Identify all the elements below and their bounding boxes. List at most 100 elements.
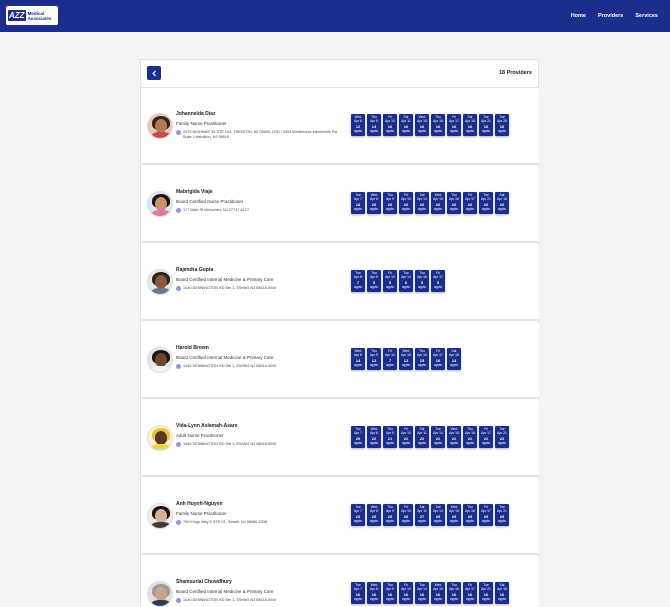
appointment-slot-button[interactable]: Tue Apr 7 23 appts: [351, 504, 365, 526]
provider-title: Family Nurse Practitioner: [176, 511, 227, 516]
provider-card[interactable]: Harold Brown Board Certified Internal Med…: [142, 323, 539, 399]
slot-date: Apr 9: [386, 197, 394, 201]
appointment-slot-button[interactable]: Fri Apr 17 29 appts: [479, 504, 493, 526]
slot-unit: appts: [465, 519, 475, 523]
appointment-slot-button[interactable]: Thu Apr 9 12 appts: [367, 348, 381, 370]
appointment-slot-button[interactable]: Fri Apr 17 10 appts: [431, 348, 445, 370]
appointment-slot-button[interactable]: Tue Apr 21 16 appts: [479, 582, 493, 604]
provider-avatar: [147, 425, 173, 451]
appointment-slot-button[interactable]: Wed Apr 8 12 appts: [351, 114, 365, 136]
appointment-slot-button[interactable]: Fri Apr 17 16 appts: [463, 582, 477, 604]
appointment-slot-button[interactable]: Thu Apr 9 14 appts: [367, 114, 381, 136]
appointment-slot-button[interactable]: Thu Apr 16 5 appts: [415, 270, 429, 292]
appointment-slot-button[interactable]: Tue Apr 7 20 appts: [351, 426, 365, 448]
provider-name[interactable]: Mabrigida Viaje: [176, 189, 346, 195]
appointment-slot-button[interactable]: Thu Apr 16 15 appts: [415, 348, 429, 370]
appointment-slot-button[interactable]: Thu Apr 9 20 appts: [383, 192, 397, 214]
appointment-slot-button[interactable]: Thu Apr 9 5 appts: [367, 270, 381, 292]
slot-unit: appts: [385, 519, 395, 523]
appointment-slot-button[interactable]: Wed Apr 8 16 appts: [367, 582, 381, 604]
appointment-slot-button[interactable]: Thu Apr 16 16 appts: [431, 114, 445, 136]
provider-name[interactable]: Shamsurlal Chowdhury: [176, 579, 346, 585]
appointment-slot-button[interactable]: Wed Apr 8 22 appts: [367, 426, 381, 448]
appointment-slot-button[interactable]: Wed Apr 15 22 appts: [447, 426, 461, 448]
provider-card[interactable]: Anh Huynh-Nguyen Family Nurse Practitione…: [142, 479, 539, 555]
appointment-slot-button[interactable]: Fri Apr 10 26 appts: [399, 504, 413, 526]
appointment-slot-button[interactable]: Sat Apr 18 20 appts: [495, 192, 509, 214]
appointment-slot-button[interactable]: Wed Apr 8 14 appts: [351, 348, 365, 370]
slot-unit: appts: [481, 129, 491, 133]
provider-card[interactable]: Rajendra Gupta Board Certified Internal M…: [142, 245, 539, 321]
appointment-slot-button[interactable]: Fri Apr 17 22 appts: [479, 426, 493, 448]
logo[interactable]: AZZ Medical Associates: [6, 6, 58, 25]
appointment-slot-button[interactable]: Sat Apr 18 16 appts: [463, 114, 477, 136]
appointment-slot-button[interactable]: Fri Apr 10 22 appts: [399, 426, 413, 448]
provider-card[interactable]: Johannelda Diaz Family Nurse Practitioner…: [142, 89, 539, 165]
appointment-slot-button[interactable]: Fri Apr 10 20 appts: [399, 192, 413, 214]
appointment-slot-button[interactable]: Thu Apr 16 29 appts: [463, 504, 477, 526]
slot-unit: appts: [449, 519, 459, 523]
provider-card[interactable]: Mabrigida Viaje Board Certified Nurse Pra…: [142, 167, 539, 243]
provider-name[interactable]: Harold Brown: [176, 345, 346, 351]
appointment-slot-button[interactable]: Fri Apr 10 7 appts: [383, 348, 397, 370]
appointment-slot-button[interactable]: Wed Apr 8 20 appts: [367, 192, 381, 214]
appointment-slot-button[interactable]: Wed Apr 15 12 appts: [399, 348, 413, 370]
appointment-slot-button[interactable]: Tue Apr 14 22 appts: [431, 426, 445, 448]
appointment-slot-button[interactable]: Fri Apr 17 5 appts: [431, 270, 445, 292]
appointment-slot-button[interactable]: Tue Apr 14 20 appts: [415, 192, 429, 214]
provider-address-text: 1440 DENNINGTON RD Ste 1, EWING NJ 08618…: [183, 364, 277, 368]
appointment-slot-button[interactable]: Fri Apr 17 16 appts: [447, 114, 461, 136]
appointment-slot-button[interactable]: Sat Apr 18 16 appts: [495, 582, 509, 604]
appointment-slot-button[interactable]: Wed Apr 15 16 appts: [431, 582, 445, 604]
appointment-slot-button[interactable]: Fri Apr 10 16 appts: [399, 582, 413, 604]
appointment-slot-button[interactable]: Fri Apr 10 5 appts: [383, 270, 397, 292]
nav-home-link[interactable]: Home: [571, 13, 586, 19]
appointment-slot-button[interactable]: Wed Apr 15 29 appts: [447, 504, 461, 526]
slot-date: Apr 7: [354, 509, 362, 513]
location-pin-icon: [176, 598, 181, 603]
slot-unit: appts: [417, 285, 427, 289]
appointment-slot-button[interactable]: Thu Apr 9 21 appts: [383, 426, 397, 448]
appointment-slot-button[interactable]: Tue Apr 21 20 appts: [479, 192, 493, 214]
nav-providers-link[interactable]: Providers: [598, 13, 623, 19]
slot-unit: appts: [417, 519, 427, 523]
provider-name[interactable]: Anh Huynh-Nguyen: [176, 501, 346, 507]
appointment-slot-button[interactable]: Tue Apr 14 16 appts: [415, 582, 429, 604]
appointment-slot-button[interactable]: Tue Apr 21 16 appts: [479, 114, 493, 136]
nav-services-link[interactable]: Services: [635, 13, 658, 19]
appointment-slot-button[interactable]: Tue Apr 14 6 appts: [399, 270, 413, 292]
appointment-slot-button[interactable]: Fri Apr 10 16 appts: [383, 114, 397, 136]
appointment-slot-button[interactable]: Thu Apr 16 16 appts: [447, 582, 461, 604]
provider-name[interactable]: Johannelda Diaz: [176, 111, 346, 117]
appointment-slot-button[interactable]: Thu Apr 16 22 appts: [463, 426, 477, 448]
appointment-slot-button[interactable]: Sat Apr 11 27 appts: [415, 504, 429, 526]
back-button[interactable]: [147, 66, 161, 80]
provider-card[interactable]: Shamsurlal Chowdhury Board Certified Inte…: [142, 557, 539, 607]
appointment-slot-button[interactable]: Thu Apr 9 25 appts: [383, 504, 397, 526]
appointment-slot-button[interactable]: Wed Apr 15 20 appts: [431, 192, 445, 214]
appointment-slot-button[interactable]: Sat Apr 18 14 appts: [447, 348, 461, 370]
provider-name[interactable]: Rajendra Gupta: [176, 267, 346, 273]
appointment-slot-button[interactable]: Tue Apr 7 18 appts: [351, 192, 365, 214]
appointment-slot-button[interactable]: Tue Apr 8 7 appts: [351, 270, 365, 292]
appointment-slot-button[interactable]: Tue Apr 21 29 appts: [495, 504, 509, 526]
slot-unit: appts: [465, 129, 475, 133]
logo-text: Medical Associates: [28, 11, 52, 21]
appointment-slot-button[interactable]: Tue Apr 7 16 appts: [351, 582, 365, 604]
appointment-slot-button[interactable]: Fri Apr 17 20 appts: [463, 192, 477, 214]
appointment-slot-button[interactable]: Tue Apr 28 16 appts: [495, 114, 509, 136]
appointment-slot-button[interactable]: Tue Apr 21 22 appts: [495, 426, 509, 448]
slot-unit: appts: [449, 441, 459, 445]
slot-date: Apr 15: [449, 509, 459, 513]
appointment-slot-button[interactable]: Wed Apr 8 25 appts: [367, 504, 381, 526]
appointment-slot-button[interactable]: Sat Apr 11 16 appts: [399, 114, 413, 136]
provider-card[interactable]: Vida-Lynn Aslamah-Asare Adult Nurse Pract…: [142, 401, 539, 477]
appointment-slot-button[interactable]: Thu Apr 16 20 appts: [447, 192, 461, 214]
slot-date: Apr 10: [385, 275, 395, 279]
appointment-slot-button[interactable]: Thu Apr 9 16 appts: [383, 582, 397, 604]
appointment-slot-button[interactable]: Tue Apr 14 29 appts: [431, 504, 445, 526]
appointment-slot-button[interactable]: Sat Apr 11 22 appts: [415, 426, 429, 448]
appointment-slot-button[interactable]: Wed Apr 15 16 appts: [415, 114, 429, 136]
provider-name[interactable]: Vida-Lynn Aslamah-Asare: [176, 423, 346, 429]
provider-avatar: [147, 269, 173, 295]
